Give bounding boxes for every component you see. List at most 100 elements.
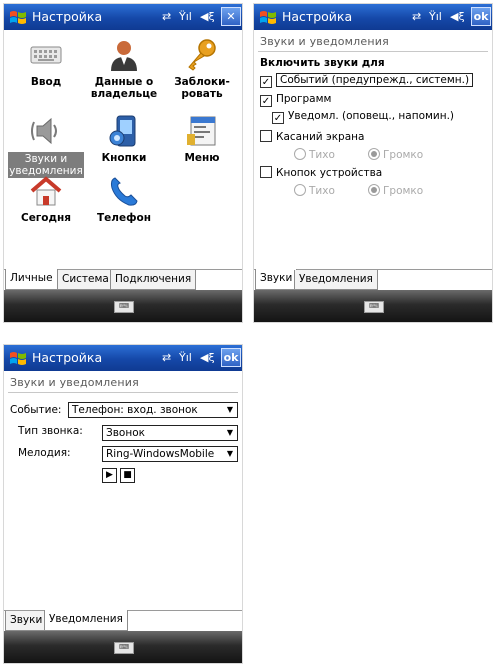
- event-value: Телефон: вход. звонок: [72, 404, 198, 416]
- option-events[interactable]: ✓ Событий (предупрежд., системн.): [260, 73, 474, 88]
- event-label: Событие:: [10, 404, 62, 416]
- device-buttons-loud[interactable]: Громко: [368, 184, 423, 197]
- event-dropdown[interactable]: Телефон: вход. звонок ▼: [68, 402, 238, 418]
- icon-input-label: Ввод: [30, 76, 62, 88]
- signal-icon[interactable]: Ÿıl: [179, 10, 192, 23]
- device-buttons-quiet[interactable]: Тихо: [294, 184, 335, 197]
- header-divider: [258, 51, 488, 52]
- option-programs[interactable]: ✓ Программ: [260, 93, 331, 107]
- icon-buttons[interactable]: Кнопки: [86, 114, 162, 164]
- icon-phone[interactable]: Телефон: [86, 174, 162, 224]
- window-title: Настройка: [282, 9, 353, 24]
- title-bar: Настройка ⇄ Ÿıl ◀ξ ✕: [4, 4, 242, 30]
- option-events-label: Событий (предупрежд., системн.): [276, 73, 474, 87]
- radio-off-icon[interactable]: [294, 148, 306, 160]
- windows-flag-icon[interactable]: [258, 7, 278, 27]
- radio-off-icon[interactable]: [294, 184, 306, 196]
- screen-taps-quiet[interactable]: Тихо: [294, 148, 335, 161]
- icon-owner-info-label: Данные о владельце: [90, 76, 158, 100]
- volume-icon[interactable]: ◀ξ: [200, 351, 215, 364]
- softkey-bar: ⌨: [4, 290, 242, 322]
- dropdown-arrow-icon: ▼: [226, 428, 233, 437]
- option-device-buttons-label: Кнопок устройства: [276, 167, 383, 179]
- tab-connections[interactable]: Подключения: [110, 270, 197, 290]
- keyboard-toggle-icon[interactable]: ⌨: [114, 301, 134, 313]
- header-divider: [8, 392, 238, 393]
- tab-strip: Звуки Уведомления: [4, 610, 242, 631]
- close-button[interactable]: ✕: [221, 7, 241, 26]
- notifications-screen: Настройка ⇄ Ÿıl ◀ξ ok Звуки и уведомлени…: [3, 344, 243, 664]
- checkbox-unchecked-icon[interactable]: [260, 130, 272, 142]
- softkey-bar: ⌨: [254, 290, 492, 322]
- tab-sounds[interactable]: Звуки: [255, 269, 298, 290]
- home-icon: [30, 176, 62, 206]
- device-buttons-loud-label: Громко: [383, 185, 424, 197]
- option-screen-taps[interactable]: Касаний экрана: [260, 130, 364, 143]
- menu-icon: [187, 116, 216, 146]
- ring-type-value: Звонок: [106, 427, 145, 439]
- keyboard-toggle-icon[interactable]: ⌨: [114, 642, 134, 654]
- tab-system[interactable]: Система: [57, 270, 114, 290]
- icon-input[interactable]: Ввод: [8, 38, 84, 88]
- checkbox-checked-icon[interactable]: ✓: [260, 76, 272, 88]
- section-title: Включить звуки для: [260, 57, 385, 69]
- connectivity-icon[interactable]: ⇄: [162, 351, 171, 364]
- softkey-bar: ⌨: [4, 631, 242, 663]
- connectivity-icon[interactable]: ⇄: [162, 10, 171, 23]
- page-header: Звуки и уведомления: [10, 376, 139, 389]
- melody-value: Ring-WindowsMobile: [106, 448, 215, 460]
- window-title: Настройка: [32, 9, 103, 24]
- option-programs-label: Программ: [276, 93, 332, 105]
- icon-menu-label: Меню: [184, 152, 220, 164]
- dropdown-arrow-icon: ▼: [226, 405, 233, 414]
- screen-taps-loud[interactable]: Громко: [368, 148, 423, 161]
- window-title: Настройка: [32, 350, 103, 365]
- windows-flag-icon[interactable]: [8, 348, 28, 368]
- device-buttons-quiet-label: Тихо: [309, 185, 335, 197]
- icon-lock[interactable]: Заблоки-ровать: [164, 38, 240, 100]
- signal-icon[interactable]: Ÿıl: [429, 10, 442, 23]
- key-icon: [188, 39, 216, 71]
- keyboard-toggle-icon[interactable]: ⌨: [364, 301, 384, 313]
- melody-label: Мелодия:: [18, 447, 71, 459]
- ring-type-dropdown[interactable]: Звонок ▼: [102, 425, 238, 441]
- stop-button[interactable]: ■: [120, 468, 135, 483]
- ok-button[interactable]: ok: [471, 7, 491, 26]
- tab-strip: Личные Система Подключения: [4, 269, 242, 290]
- checkbox-checked-icon[interactable]: ✓: [260, 95, 272, 107]
- checkbox-checked-icon[interactable]: ✓: [272, 112, 284, 124]
- icon-sounds[interactable]: Звуки и уведомления: [8, 114, 84, 178]
- screen-taps-quiet-label: Тихо: [309, 149, 335, 161]
- option-notifications-label: Уведомл. (оповещ., напомин.): [288, 110, 455, 122]
- icon-today[interactable]: Сегодня: [8, 174, 84, 224]
- windows-flag-icon[interactable]: [8, 7, 28, 27]
- radio-on-icon[interactable]: [368, 148, 380, 160]
- title-bar: Настройка ⇄ Ÿıl ◀ξ ok: [4, 345, 242, 371]
- page-header: Звуки и уведомления: [260, 35, 389, 48]
- tab-notifications[interactable]: Уведомления: [44, 610, 128, 631]
- signal-icon[interactable]: Ÿıl: [179, 351, 192, 364]
- tab-notifications[interactable]: Уведомления: [294, 270, 378, 290]
- checkbox-unchecked-icon[interactable]: [260, 166, 272, 178]
- person-icon: [111, 41, 137, 71]
- icon-buttons-label: Кнопки: [101, 152, 147, 164]
- ring-type-label: Тип звонка:: [18, 425, 83, 437]
- tab-personal[interactable]: Личные: [5, 269, 58, 290]
- speaker-icon: [31, 117, 57, 145]
- radio-on-icon[interactable]: [368, 184, 380, 196]
- volume-icon[interactable]: ◀ξ: [450, 10, 465, 23]
- keyboard-icon: [30, 46, 62, 64]
- icon-today-label: Сегодня: [20, 212, 71, 224]
- tab-sounds[interactable]: Звуки: [5, 611, 48, 631]
- phone-device-icon: [109, 115, 136, 147]
- option-notifications[interactable]: ✓ Уведомл. (оповещ., напомин.): [272, 110, 454, 124]
- melody-dropdown[interactable]: Ring-WindowsMobile ▼: [102, 446, 238, 462]
- volume-icon[interactable]: ◀ξ: [200, 10, 215, 23]
- icon-lock-label: Заблоки-ровать: [174, 76, 230, 100]
- ok-button[interactable]: ok: [221, 348, 241, 367]
- option-device-buttons[interactable]: Кнопок устройства: [260, 166, 382, 179]
- play-button[interactable]: ▶: [102, 468, 117, 483]
- connectivity-icon[interactable]: ⇄: [412, 10, 421, 23]
- icon-menu[interactable]: Меню: [164, 114, 240, 164]
- icon-owner-info[interactable]: Данные о владельце: [86, 38, 162, 100]
